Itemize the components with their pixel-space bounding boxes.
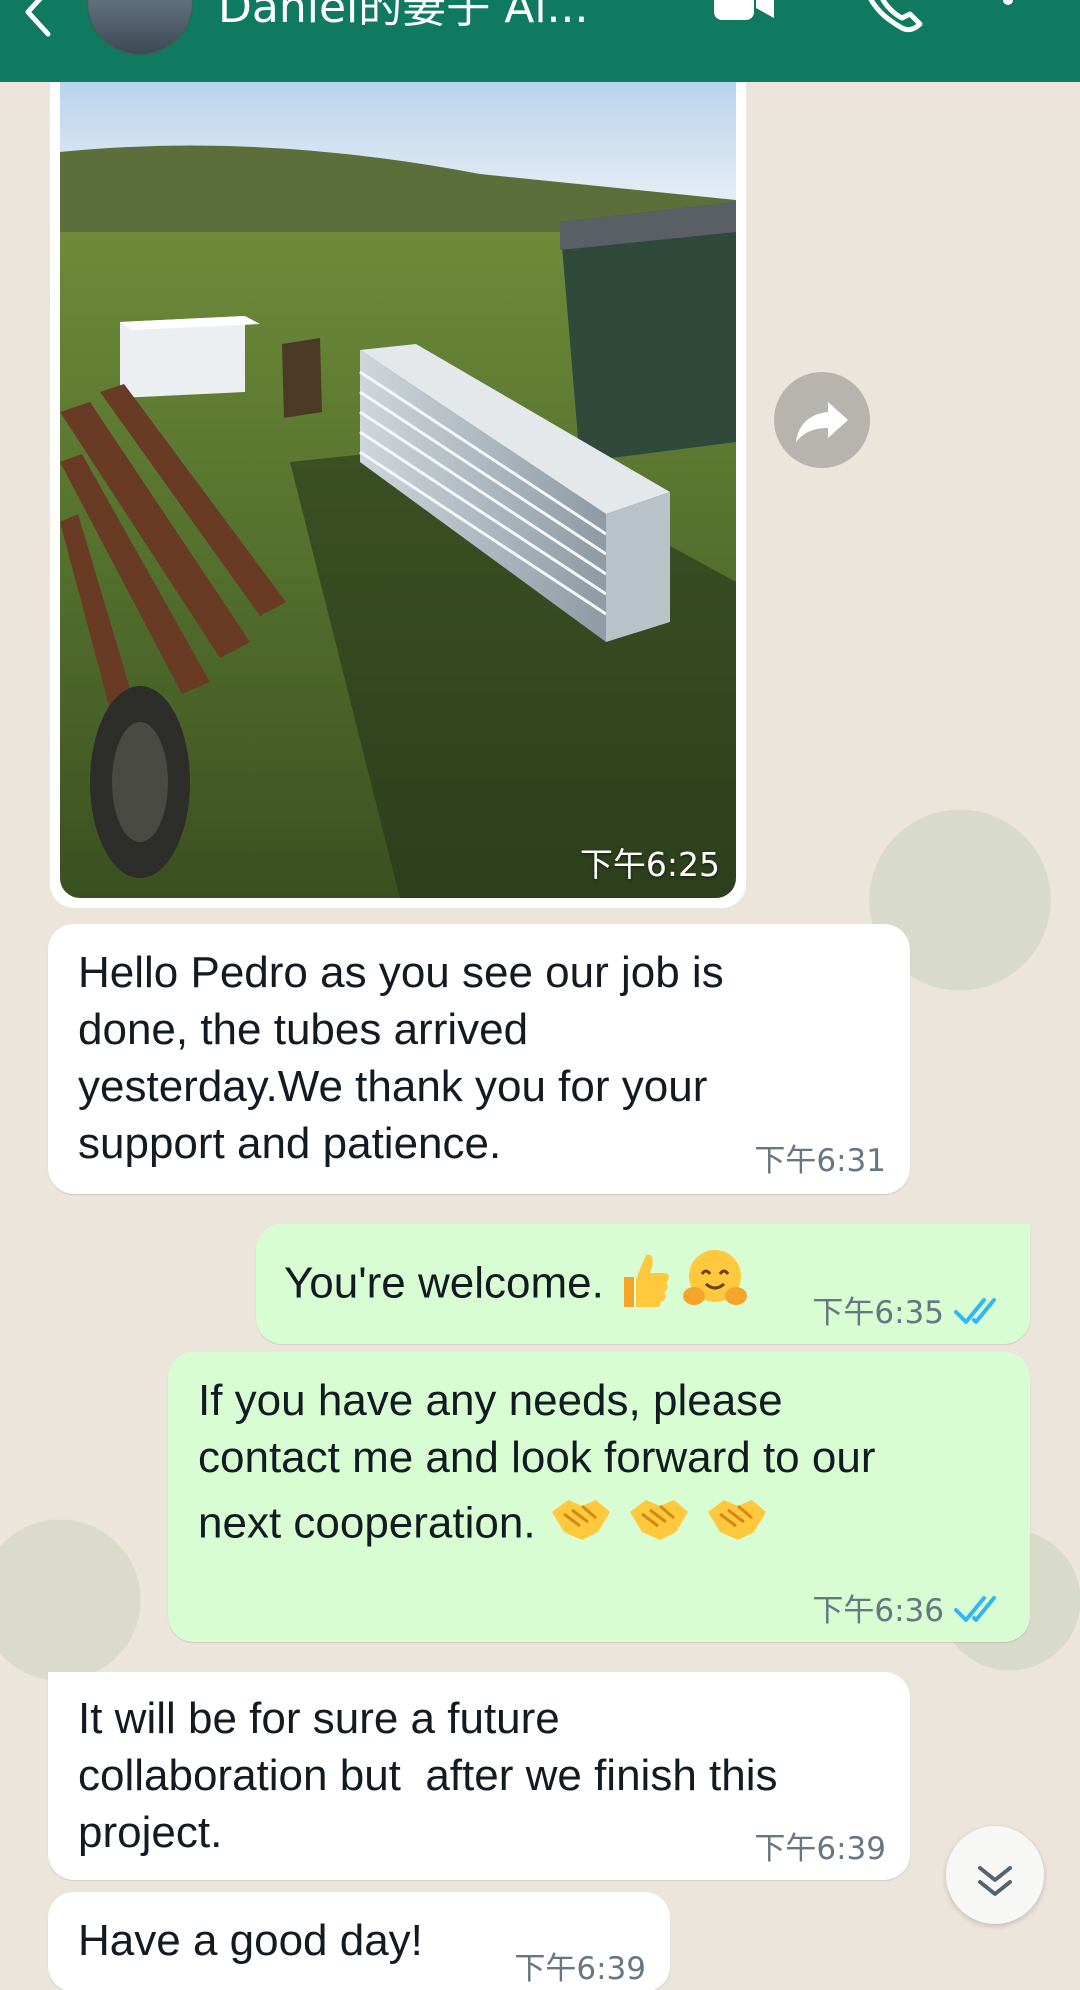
message-text: You're welcome. bbox=[284, 1246, 804, 1326]
message-time: 下午6:39 bbox=[514, 1951, 646, 1987]
contact-name[interactable]: Daniel的妻子 Al... bbox=[218, 0, 589, 38]
message-time: 下午6:39 bbox=[754, 1831, 886, 1867]
incoming-message[interactable]: Have a good day! 下午6:39 bbox=[48, 1892, 670, 1990]
message-line: collaboration but after we finish this bbox=[78, 1751, 778, 1800]
handshake-emoji bbox=[626, 1492, 692, 1560]
contact-avatar[interactable] bbox=[86, 0, 194, 56]
chat-header: Daniel的妻子 Al... bbox=[0, 0, 1080, 82]
outgoing-message[interactable]: You're welcome. 下午6:35 bbox=[256, 1224, 1030, 1344]
scroll-to-bottom-button[interactable] bbox=[946, 1826, 1044, 1924]
thumbs-up-emoji bbox=[616, 1249, 670, 1323]
message-line: It will be for sure a future bbox=[78, 1694, 560, 1743]
message-line: yesterday.We thank you for your bbox=[78, 1062, 708, 1111]
message-text: If you have any needs, please contact me… bbox=[198, 1372, 1018, 1560]
message-line: Have a good day! bbox=[78, 1916, 423, 1965]
message-line: If you have any needs, please bbox=[198, 1376, 783, 1425]
message-line: next cooperation. bbox=[198, 1498, 536, 1548]
message-time: 下午6:31 bbox=[754, 1143, 886, 1179]
handshake-emoji bbox=[548, 1492, 614, 1560]
message-list[interactable]: 下午6:25 Hello Pedro as you see our job is… bbox=[0, 82, 1080, 1990]
forward-button[interactable] bbox=[774, 372, 870, 468]
double-check-icon bbox=[954, 1294, 1006, 1328]
message-text: Have a good day! bbox=[78, 1912, 423, 1969]
double-check-icon bbox=[954, 1592, 1006, 1626]
message-line: You're welcome. bbox=[284, 1258, 604, 1308]
incoming-message[interactable]: Hello Pedro as you see our job is done, … bbox=[48, 924, 910, 1194]
message-line: contact me and look forward to our bbox=[198, 1433, 876, 1482]
outgoing-message[interactable]: If you have any needs, please contact me… bbox=[168, 1352, 1030, 1642]
incoming-message[interactable]: It will be for sure a future collaborati… bbox=[48, 1672, 910, 1880]
handshake-emoji bbox=[704, 1492, 770, 1560]
message-line: done, the tubes arrived bbox=[78, 1005, 529, 1054]
message-line: Hello Pedro as you see our job is bbox=[78, 948, 724, 997]
forward-icon bbox=[796, 402, 848, 442]
photo-attachment[interactable]: 下午6:25 bbox=[60, 82, 736, 898]
double-chevron-down-icon bbox=[978, 1866, 1012, 1896]
message-time: 下午6:36 bbox=[812, 1593, 944, 1629]
photo-content bbox=[60, 82, 736, 898]
back-arrow-icon[interactable] bbox=[18, 0, 58, 42]
image-message[interactable]: 下午6:25 bbox=[50, 82, 746, 908]
video-call-icon[interactable] bbox=[712, 0, 776, 38]
message-time: 下午6:35 bbox=[812, 1295, 944, 1331]
more-vert-icon[interactable] bbox=[990, 0, 1026, 38]
hugging-face-emoji bbox=[682, 1246, 748, 1326]
message-time: 下午6:25 bbox=[579, 845, 720, 884]
phone-icon[interactable] bbox=[860, 0, 924, 38]
